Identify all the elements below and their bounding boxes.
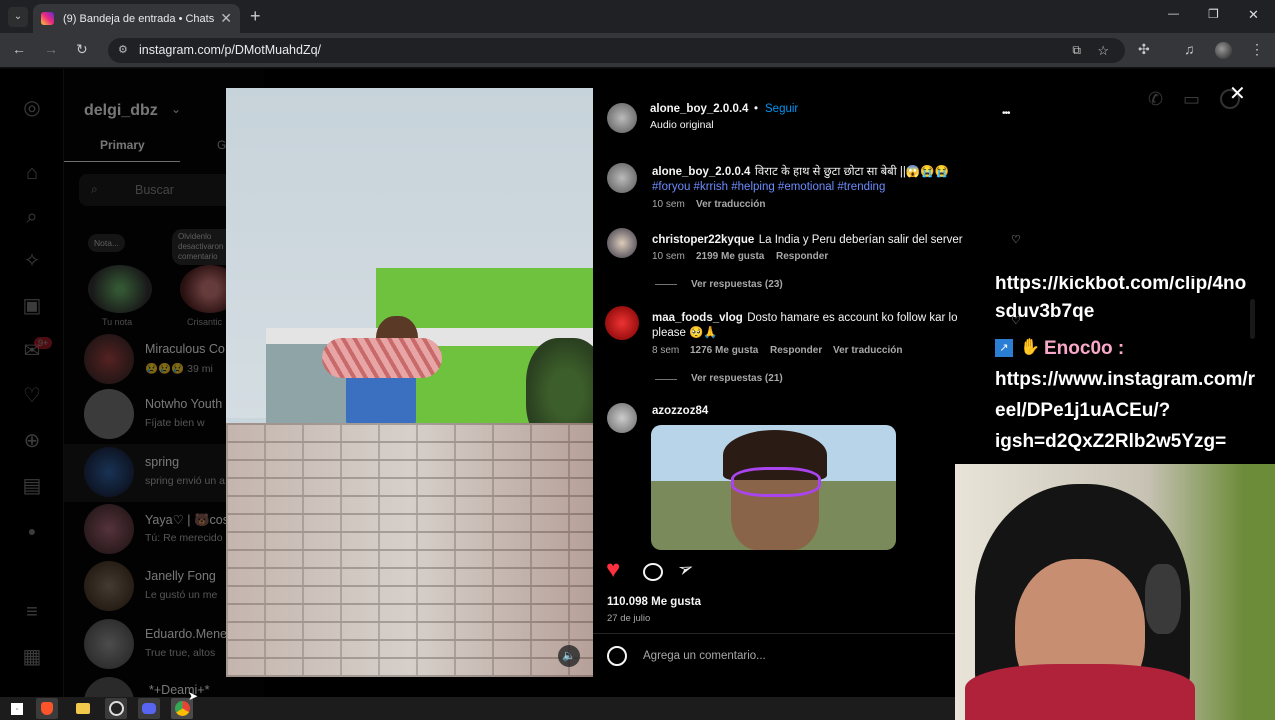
tab-search-chevron-icon[interactable]: ⌄ <box>8 7 28 27</box>
replies-line <box>655 379 677 380</box>
view-replies-button[interactable]: Ver respuestas (23) <box>691 279 783 290</box>
audio-label[interactable]: Audio original <box>650 119 714 131</box>
mute-icon[interactable]: 🔈 <box>558 645 580 667</box>
tab-title: (9) Bandeja de entrada • Chats <box>63 12 215 25</box>
chat-line: sduv3b7qe <box>995 301 1095 322</box>
obs-icon[interactable] <box>105 698 127 719</box>
brave-browser-icon[interactable] <box>36 698 58 719</box>
comment: christoper22kyque La India y Peru deberí… <box>652 230 982 248</box>
comment-like-heart-icon[interactable]: ♡ <box>1011 233 1021 246</box>
commenter-avatar[interactable] <box>607 403 637 433</box>
chat-line: eel/DPe1j1uACEu/? <box>995 400 1171 421</box>
mouse-cursor-icon: ➤ <box>188 689 199 703</box>
header-dot: • <box>754 103 759 115</box>
new-tab-button[interactable]: + <box>250 6 261 27</box>
replies-line <box>655 284 677 285</box>
author-username[interactable]: alone_boy_2.0.0.4 <box>650 103 748 115</box>
os-taskbar: ➤ <box>0 689 955 720</box>
like-heart-icon[interactable]: ♥ <box>606 558 620 582</box>
follow-button[interactable]: Seguir <box>765 103 798 115</box>
commenter-avatar[interactable] <box>607 228 637 258</box>
view-replies-button[interactable]: Ver respuestas (21) <box>691 373 783 384</box>
file-explorer-icon[interactable] <box>72 698 94 719</box>
chat-username: Enoc0o : <box>1044 338 1125 359</box>
browser-menu-icon[interactable]: ⋮ <box>1250 41 1264 58</box>
install-app-icon[interactable]: ⧉ <box>1072 38 1081 63</box>
chat-badge-icon: ↗ <box>995 339 1013 357</box>
extensions-icon[interactable]: ✣ <box>1138 41 1150 58</box>
comment-translate[interactable]: Ver traducción <box>833 345 902 356</box>
commenter-avatar[interactable] <box>605 306 639 340</box>
chat-line: https://www.instagram.com/r <box>995 369 1256 390</box>
window-minimize-button[interactable]: — <box>1168 8 1179 20</box>
comment-likes[interactable]: 1276 Me gusta <box>690 345 758 356</box>
caption: alone_boy_2.0.0.4 विराट के हाथ से छुटा छ… <box>652 164 992 194</box>
comment-time: 8 sem <box>652 345 680 356</box>
comment-text: La India y Peru deberían salir del serve… <box>758 234 963 246</box>
comment-input[interactable]: Agrega un comentario... <box>643 650 766 662</box>
browser-tab-instagram[interactable]: (9) Bandeja de entrada • Chats ✕ <box>33 4 240 33</box>
comment-reply-button[interactable]: Responder <box>776 251 828 262</box>
comment-time: 10 sem <box>652 251 685 262</box>
address-bar[interactable]: ⚙ instagram.com/p/DMotMuahdZq/ ⧉ ☆ <box>108 38 1125 63</box>
author-avatar[interactable] <box>607 163 637 193</box>
instagram-favicon-icon <box>41 12 54 25</box>
webcam-feed <box>955 464 1275 720</box>
comment-username[interactable]: christoper22kyque <box>652 234 754 246</box>
url-text: instagram.com/p/DMotMuahdZq/ <box>139 43 322 57</box>
webcam-headset <box>1145 564 1181 634</box>
share-send-icon[interactable]: ➢ <box>675 556 698 583</box>
caption-time: 10 sem <box>652 199 685 210</box>
post-video[interactable]: 🔈 <box>226 88 593 677</box>
video-brick-shade <box>226 423 593 677</box>
window-restore-button[interactable]: ❐ <box>1208 7 1219 21</box>
caption-translate[interactable]: Ver traducción <box>696 199 765 210</box>
window-close-button[interactable]: ✕ <box>1248 7 1259 23</box>
windows-start-icon[interactable] <box>6 698 28 719</box>
author-avatar[interactable] <box>607 103 637 133</box>
site-info-icon[interactable]: ⚙ <box>118 38 128 63</box>
modal-close-button[interactable]: ✕ <box>1229 81 1246 106</box>
tab-close-icon[interactable]: ✕ <box>220 10 232 27</box>
profile-avatar[interactable] <box>1215 42 1232 59</box>
caption-text: विराट के हाथ से छुटा छोटा सा बेबी ||😱😭😭 <box>754 166 949 178</box>
comment-username[interactable]: azozzoz84 <box>652 405 708 417</box>
comment-reply-button[interactable]: Responder <box>770 345 822 356</box>
comment-likes[interactable]: 2199 Me gusta <box>696 251 764 262</box>
caption-hashtags[interactable]: #foryou #krrish #helping #emotional #tre… <box>652 181 885 193</box>
browser-tab-bar: ⌄ (9) Bandeja de entrada • Chats ✕ + — ❐… <box>0 0 1275 33</box>
post-date: 27 de julio <box>607 613 651 624</box>
comment: maa_foods_vlog Dosto hamare es account k… <box>652 310 982 340</box>
media-control-icon[interactable]: ♫ <box>1184 41 1195 57</box>
browser-toolbar: ← → ↻ ⚙ instagram.com/p/DMotMuahdZq/ ⧉ ☆… <box>0 33 1275 68</box>
gif-glasses <box>731 467 821 497</box>
caption-username[interactable]: alone_boy_2.0.0.4 <box>652 166 750 178</box>
more-options-icon[interactable]: ••• <box>1002 108 1010 119</box>
comment-icon[interactable] <box>643 563 663 581</box>
comment-gif-image[interactable] <box>651 425 896 550</box>
chat-hand-icon: ✋ <box>1020 339 1040 356</box>
webcam-shirt <box>965 664 1195 720</box>
comment-username[interactable]: maa_foods_vlog <box>652 312 743 324</box>
reload-icon[interactable]: ↻ <box>76 41 88 58</box>
forward-arrow-icon[interactable]: → <box>44 41 58 57</box>
like-count[interactable]: 110.098 Me gusta <box>607 596 701 608</box>
video-baby-bundle <box>322 338 442 378</box>
bookmark-star-icon[interactable]: ☆ <box>1097 38 1109 63</box>
chat-line: igsh=d2QxZ2Rlb2w5Yzg= <box>995 431 1227 452</box>
back-arrow-icon[interactable]: ← <box>12 41 26 57</box>
discord-icon[interactable] <box>138 698 160 719</box>
emoji-icon[interactable] <box>607 646 627 666</box>
